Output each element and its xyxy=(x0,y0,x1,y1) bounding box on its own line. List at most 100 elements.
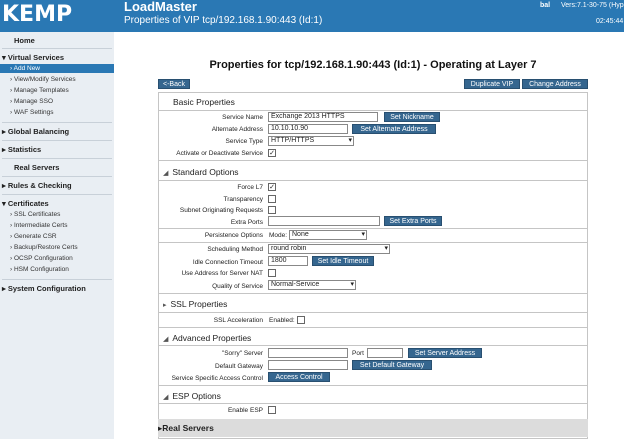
ssl-acceleration-label: SSL Acceleration xyxy=(213,317,263,324)
collapse-arrow-icon: ◢ xyxy=(163,394,169,401)
extra-ports-input[interactable] xyxy=(268,216,380,226)
idle-timeout-label: Idle Connection Timeout xyxy=(192,259,263,266)
section-divider xyxy=(159,228,587,229)
persistence-mode-select[interactable]: None xyxy=(289,230,367,240)
set-extra-ports-button[interactable]: Set Extra Ports xyxy=(384,216,442,226)
sidebar-certificates[interactable]: ▾ Certificates xyxy=(0,199,114,208)
sidebar-home[interactable]: Home xyxy=(0,36,114,45)
scheduling-method-select[interactable]: round robin xyxy=(268,244,390,254)
sidebar-divider xyxy=(2,140,112,141)
real-servers-header[interactable]: ▸Real Servers xyxy=(158,419,588,437)
access-control-label: Service Specific Access Control xyxy=(171,375,263,382)
default-gateway-input[interactable] xyxy=(268,360,348,370)
extra-ports-label: Extra Ports xyxy=(230,219,263,226)
service-type-select[interactable]: HTTP/HTTPS xyxy=(268,136,354,146)
alternate-address-label: Alternate Address xyxy=(211,126,263,133)
port-label: Port xyxy=(352,350,364,357)
enable-esp-label: Enable ESP xyxy=(227,407,263,414)
default-gateway-label: Default Gateway xyxy=(214,363,263,370)
section-divider xyxy=(159,242,587,243)
app-name: LoadMaster xyxy=(124,0,197,14)
sidebar-item-waf[interactable]: › WAF Settings xyxy=(0,109,114,116)
subnet-originating-checkbox[interactable] xyxy=(268,206,276,214)
section-divider xyxy=(159,110,587,111)
sidebar-system-configuration[interactable]: ▸ System Configuration xyxy=(0,284,114,293)
enable-esp-checkbox[interactable] xyxy=(268,406,276,414)
sidebar-item-view-modify[interactable]: › View/Modify Services xyxy=(0,76,114,83)
ssl-enabled-checkbox[interactable] xyxy=(297,316,305,324)
persistence-options-label: Persistence Options xyxy=(204,232,263,239)
sidebar-item-intermediate[interactable]: › Intermediate Certs xyxy=(0,222,114,229)
esp-options-header[interactable]: ◢ ESP Options xyxy=(159,388,587,404)
sidebar-divider xyxy=(2,176,112,177)
set-nickname-button[interactable]: Set Nickname xyxy=(384,112,440,122)
sidebar-divider xyxy=(2,158,112,159)
quality-of-service-select[interactable]: Normal-Service xyxy=(268,280,356,290)
advanced-properties-header[interactable]: ◢ Advanced Properties xyxy=(159,330,587,346)
standard-options-header[interactable]: ◢ Standard Options xyxy=(159,164,587,180)
section-divider xyxy=(159,403,587,404)
transparency-label: Transparency xyxy=(223,196,264,203)
service-name-label: Service Name xyxy=(222,114,263,121)
section-divider xyxy=(159,327,587,328)
force-l7-label: Force L7 xyxy=(237,184,263,191)
collapse-arrow-icon: ◢ xyxy=(163,170,169,177)
sidebar-item-backup-certs[interactable]: › Backup/Restore Certs xyxy=(0,244,114,251)
service-type-label: Service Type xyxy=(225,138,263,145)
set-default-gateway-button[interactable]: Set Default Gateway xyxy=(352,360,432,370)
alternate-address-input[interactable]: 10.10.10.90 xyxy=(268,124,348,134)
sidebar-item-templates[interactable]: › Manage Templates xyxy=(0,87,114,94)
set-server-address-button[interactable]: Set Server Address xyxy=(408,348,482,358)
page-subtitle: Properties of VIP tcp/192.168.1.90:443 (… xyxy=(124,15,323,26)
subnet-originating-label: Subnet Originating Requests xyxy=(179,207,263,214)
sidebar-real-servers[interactable]: Real Servers xyxy=(0,163,114,172)
basic-properties-header[interactable]: Basic Properties xyxy=(159,94,587,110)
sidebar-divider xyxy=(2,279,112,280)
sidebar-statistics[interactable]: ▸ Statistics xyxy=(0,145,114,154)
section-divider xyxy=(159,180,587,181)
sidebar-item-ssl-certs[interactable]: › SSL Certificates xyxy=(0,211,114,218)
sidebar-virtual-services[interactable]: ▾ Virtual Services xyxy=(0,53,114,62)
section-divider xyxy=(159,293,587,294)
sidebar-item-add-new[interactable]: › Add New xyxy=(0,64,114,73)
sidebar-item-sso[interactable]: › Manage SSO xyxy=(0,98,114,105)
sidebar-rules-checking[interactable]: ▸ Rules & Checking xyxy=(0,181,114,190)
transparency-checkbox[interactable] xyxy=(268,195,276,203)
back-button[interactable]: <-Back xyxy=(158,79,190,89)
expand-arrow-icon: ▸ xyxy=(163,302,167,309)
access-control-button[interactable]: Access Control xyxy=(268,372,330,382)
sorry-server-label: "Sorry" Server xyxy=(221,350,263,357)
quality-of-service-label: Quality of Service xyxy=(212,283,263,290)
top-bar: KEMP LoadMaster Properties of VIP tcp/19… xyxy=(0,0,624,32)
page-title: Properties for tcp/192.168.1.90:443 (Id:… xyxy=(209,59,537,71)
activate-service-label: Activate or Deactivate Service xyxy=(176,150,263,157)
kemp-logo: KEMP xyxy=(2,2,73,27)
clock-text: 02:45:44 xyxy=(596,18,624,25)
sidebar-item-hsm[interactable]: › HSM Configuration xyxy=(0,266,114,273)
sidebar-item-ocsp[interactable]: › OCSP Configuration xyxy=(0,255,114,262)
idle-timeout-input[interactable]: 1800 xyxy=(268,256,308,266)
enabled-label: Enabled: xyxy=(269,317,295,324)
set-idle-timeout-button[interactable]: Set Idle Timeout xyxy=(312,256,374,266)
collapse-arrow-icon: ◢ xyxy=(163,336,169,343)
sidebar-global-balancing[interactable]: ▸ Global Balancing xyxy=(0,127,114,136)
mode-label: Mode: xyxy=(269,232,288,239)
sidebar-item-csr[interactable]: › Generate CSR xyxy=(0,233,114,240)
sorry-server-input[interactable] xyxy=(268,348,348,358)
activate-service-checkbox[interactable]: ✓ xyxy=(268,149,276,157)
use-address-nat-label: Use Address for Server NAT xyxy=(181,270,263,277)
change-address-button[interactable]: Change Address xyxy=(522,79,588,89)
version-text: Vers:7.1-30-75 (Hype xyxy=(561,2,624,9)
use-address-nat-checkbox[interactable] xyxy=(268,269,276,277)
user-name[interactable]: bal xyxy=(540,2,550,9)
section-divider xyxy=(159,345,587,346)
ssl-properties-header[interactable]: ▸ SSL Properties xyxy=(159,296,587,312)
sorry-port-input[interactable] xyxy=(367,348,403,358)
service-name-input[interactable]: Exchange 2013 HTTPS xyxy=(268,112,378,122)
duplicate-vip-button[interactable]: Duplicate VIP xyxy=(464,79,520,89)
force-l7-checkbox[interactable]: ✓ xyxy=(268,183,276,191)
sidebar-divider xyxy=(2,48,112,49)
section-divider xyxy=(159,160,587,161)
section-divider xyxy=(159,312,587,313)
set-alternate-address-button[interactable]: Set Alternate Address xyxy=(352,124,436,134)
